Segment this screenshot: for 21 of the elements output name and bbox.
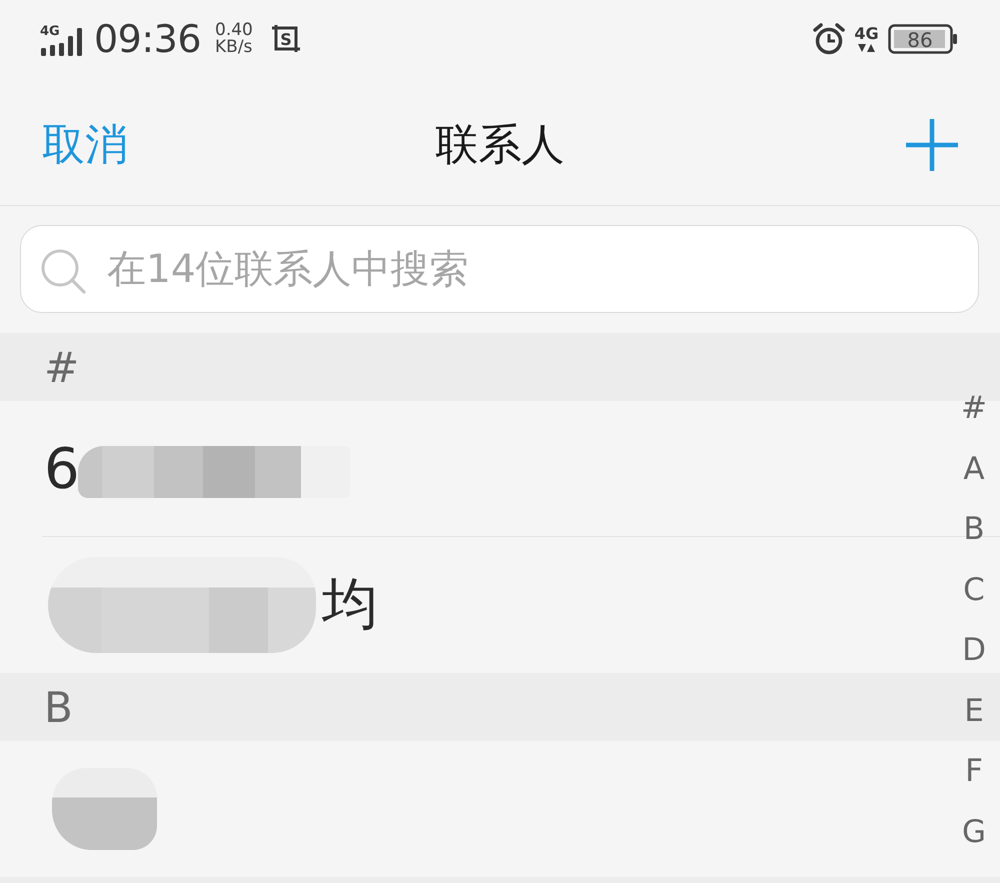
index-letter[interactable]: C <box>954 560 994 620</box>
index-letter[interactable]: F <box>954 741 994 802</box>
cancel-button[interactable]: 取消 <box>42 116 128 174</box>
contact-name: 6 <box>44 436 80 502</box>
section-letter: # <box>44 342 80 392</box>
page-title: 联系人 <box>436 118 564 172</box>
index-letter[interactable]: B <box>954 499 994 560</box>
search-field[interactable]: 在14位联系人中搜索 <box>20 225 979 313</box>
clock-time: 09:36 <box>94 17 202 61</box>
index-letter[interactable]: # <box>954 378 994 438</box>
index-letter[interactable]: G <box>954 802 994 862</box>
alarm-clock-icon <box>813 23 845 55</box>
index-letter[interactable]: A <box>954 438 994 499</box>
index-letter[interactable]: D <box>954 620 994 680</box>
add-icon[interactable] <box>906 118 958 170</box>
network-speed-unit: KB/s <box>215 39 252 56</box>
section-letter: B <box>44 682 73 732</box>
search-icon <box>40 248 86 294</box>
index-letter[interactable]: E <box>954 680 994 741</box>
contact-name: 均 <box>322 571 378 639</box>
network-speed-value: 0.40 <box>215 22 253 39</box>
